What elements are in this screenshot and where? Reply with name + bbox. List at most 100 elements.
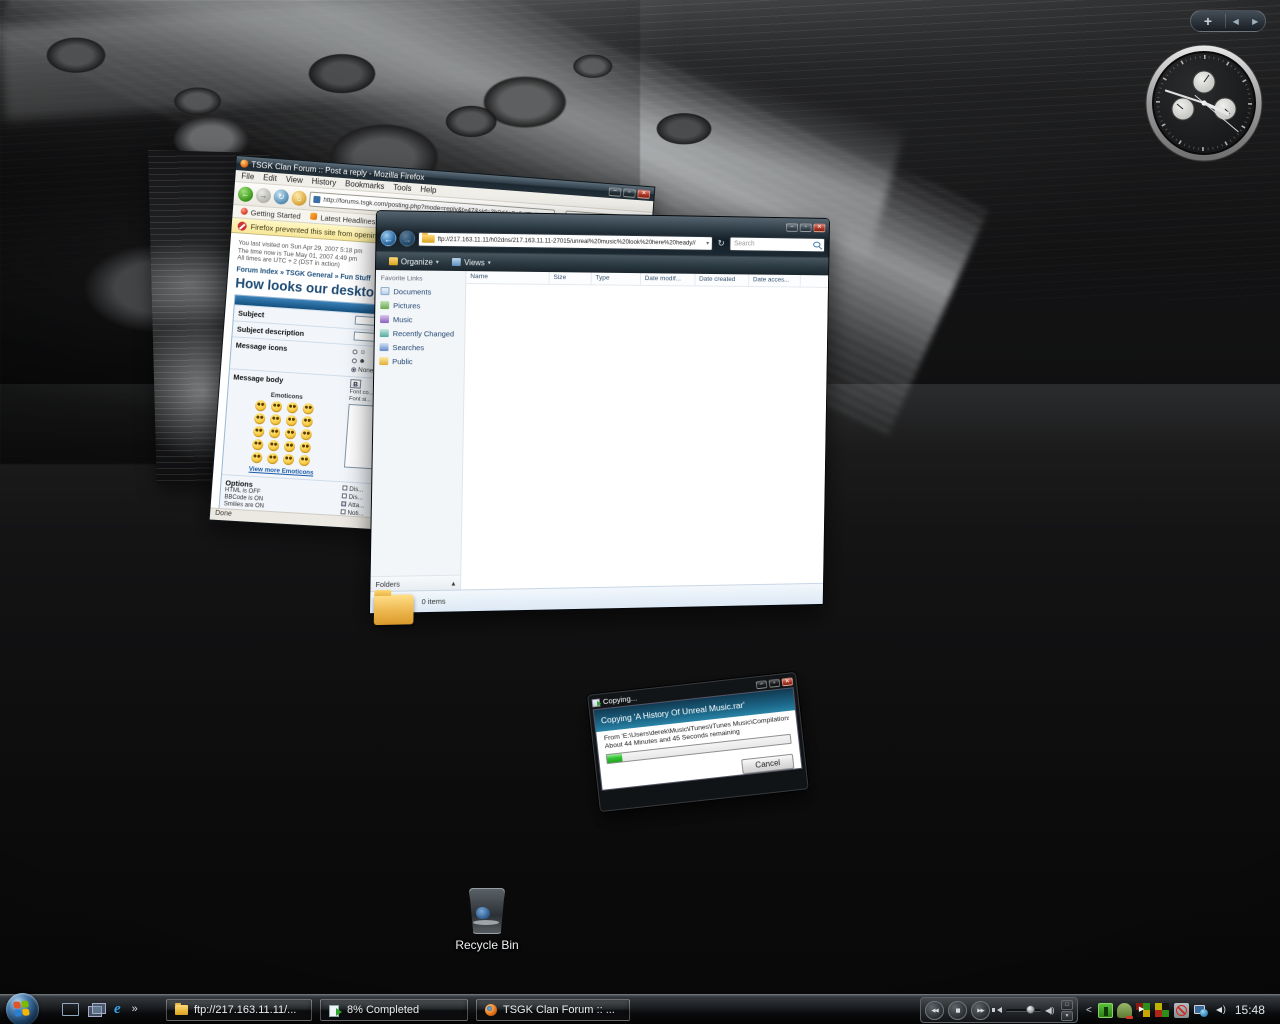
checkbox[interactable]: [342, 494, 347, 499]
emoticon-icon[interactable]: [269, 426, 281, 438]
organize-button[interactable]: Organize ▾: [384, 255, 444, 269]
explorer-address-bar[interactable]: ftp://217.163.11.11/h02dns/217.163.11.11…: [418, 231, 713, 250]
address-dropdown-icon[interactable]: ▾: [706, 240, 709, 247]
start-button[interactable]: [6, 993, 39, 1024]
emoticon-icon[interactable]: [267, 452, 279, 464]
emoticon-icon[interactable]: [271, 400, 283, 412]
emoticon-icon[interactable]: [301, 415, 313, 427]
emoticon-icon[interactable]: [286, 414, 298, 426]
show-desktop-icon[interactable]: [62, 1003, 79, 1016]
views-button[interactable]: Views ▾: [447, 255, 495, 268]
explorer-titlebar[interactable]: – ▫ ✕ ← → ftp://217.163.11.11/h02dns/217…: [376, 211, 829, 257]
emoticon-icon[interactable]: [284, 440, 296, 452]
taskbar-clock[interactable]: 15:48: [1235, 1003, 1273, 1017]
sidebar-item-searches[interactable]: Searches: [374, 340, 464, 354]
sidebar-item-music[interactable]: Music: [375, 312, 465, 327]
tray-icon-downloader[interactable]: [1098, 1003, 1113, 1018]
emoticon-icon[interactable]: [253, 425, 265, 437]
column-date-modified[interactable]: Date modif...: [641, 273, 696, 285]
close-button[interactable]: ✕: [781, 677, 793, 686]
checkbox-checked[interactable]: [341, 502, 346, 507]
volume-slider-knob[interactable]: [1026, 1005, 1035, 1014]
message-icon-radio[interactable]: [352, 358, 357, 363]
emoticon-icon[interactable]: [287, 401, 299, 413]
tray-icon-blocked[interactable]: [1174, 1003, 1189, 1018]
sidebar-gadget-controls[interactable]: + ◀ ▶: [1190, 10, 1266, 32]
sidebar-item-recently-changed[interactable]: Recently Changed: [375, 326, 465, 340]
maximize-button[interactable]: ▫: [623, 188, 636, 198]
emoticon-icon[interactable]: [252, 438, 264, 450]
menu-edit[interactable]: Edit: [263, 173, 277, 183]
tray-icon-media-player[interactable]: [1136, 1003, 1151, 1018]
next-track-button[interactable]: ▶▶: [971, 1001, 990, 1020]
maximize-button[interactable]: ▫: [768, 678, 780, 687]
sidebar-item-public[interactable]: Public: [374, 354, 464, 368]
sidebar-item-documents[interactable]: Documents: [375, 284, 465, 299]
column-name[interactable]: Name: [466, 271, 549, 284]
emoticon-icon[interactable]: [268, 439, 280, 451]
column-date-created[interactable]: Date created: [695, 274, 749, 286]
menu-file[interactable]: File: [241, 171, 254, 181]
deskband-collapse-button[interactable]: ▾: [1061, 1011, 1073, 1021]
folders-band[interactable]: Folders ▴: [370, 575, 460, 592]
message-icon-radio[interactable]: [352, 349, 357, 354]
add-gadget-icon[interactable]: +: [1191, 13, 1225, 29]
reload-icon[interactable]: ↻: [273, 188, 289, 204]
forward-icon[interactable]: →: [255, 187, 271, 203]
close-button[interactable]: ✕: [813, 223, 825, 232]
taskbar-button-ftp[interactable]: ftp://217.163.11.11/...: [166, 999, 312, 1021]
menu-view[interactable]: View: [285, 175, 303, 185]
switch-windows-icon[interactable]: [88, 1003, 105, 1016]
file-list[interactable]: Name Size Type Date modif... Date create…: [461, 271, 828, 589]
pause-button[interactable]: ▮▮: [948, 1001, 967, 1020]
minimize-button[interactable]: –: [756, 680, 768, 689]
cancel-button[interactable]: Cancel: [741, 754, 794, 775]
message-icon-radio-selected[interactable]: [351, 367, 356, 372]
tray-collapse-icon[interactable]: <: [1086, 1005, 1092, 1016]
recycle-bin-icon[interactable]: [469, 888, 505, 934]
gadget-next-icon[interactable]: ▶: [1246, 17, 1266, 26]
menu-history[interactable]: History: [311, 177, 336, 188]
refresh-icon[interactable]: ↻: [715, 238, 726, 249]
view-more-emoticons-link[interactable]: View more Emoticons: [249, 465, 314, 476]
emoticon-icon[interactable]: [299, 441, 311, 453]
bold-button[interactable]: B: [350, 379, 361, 389]
column-date-accessed[interactable]: Date acces...: [749, 274, 801, 286]
emoticon-icon[interactable]: [251, 451, 263, 463]
checkbox[interactable]: [342, 486, 347, 491]
gadget-prev-icon[interactable]: ◀: [1226, 17, 1246, 26]
close-button[interactable]: ✕: [637, 189, 650, 199]
minimize-button[interactable]: –: [608, 187, 621, 197]
clock-gadget[interactable]: [1143, 42, 1265, 164]
internet-explorer-icon[interactable]: e: [114, 1001, 121, 1017]
volume-slider[interactable]: [1006, 1009, 1041, 1012]
taskbar-button-copy[interactable]: 8% Completed: [320, 999, 468, 1021]
back-icon[interactable]: ←: [380, 230, 396, 246]
previous-track-button[interactable]: ◀◀: [925, 1001, 944, 1020]
emoticon-icon[interactable]: [254, 412, 266, 424]
copy-dialog[interactable]: Copying... – ▫ ✕ Copying 'A History Of U…: [586, 671, 810, 814]
emoticon-icon[interactable]: [299, 454, 311, 466]
menu-tools[interactable]: Tools: [393, 183, 412, 193]
column-type[interactable]: Type: [592, 273, 641, 285]
folders-expand-icon[interactable]: ▴: [452, 578, 456, 587]
emoticon-icon[interactable]: [255, 399, 267, 411]
home-icon[interactable]: ⌂: [291, 190, 307, 206]
deskband-restore-button[interactable]: □: [1061, 1000, 1073, 1010]
minimize-button[interactable]: –: [786, 223, 798, 232]
emoticon-icon[interactable]: [283, 453, 295, 465]
checkbox[interactable]: [340, 510, 345, 515]
maximize-button[interactable]: ▫: [800, 223, 812, 232]
emoticon-icon[interactable]: [285, 427, 297, 439]
column-size[interactable]: Size: [550, 272, 592, 284]
taskbar-button-firefox[interactable]: TSGK Clan Forum :: ...: [476, 999, 630, 1021]
explorer-search-box[interactable]: Search: [729, 236, 825, 252]
quick-launch-overflow-icon[interactable]: »: [132, 1003, 138, 1015]
sidebar-item-pictures[interactable]: Pictures: [375, 298, 465, 313]
emoticon-icon[interactable]: [300, 428, 312, 440]
tray-icon-utility[interactable]: [1155, 1003, 1170, 1018]
emoticon-icon[interactable]: [302, 402, 314, 414]
recycle-bin[interactable]: Recycle Bin: [455, 888, 519, 952]
volume-icon[interactable]: [1212, 1003, 1227, 1018]
forward-icon[interactable]: →: [399, 230, 415, 246]
